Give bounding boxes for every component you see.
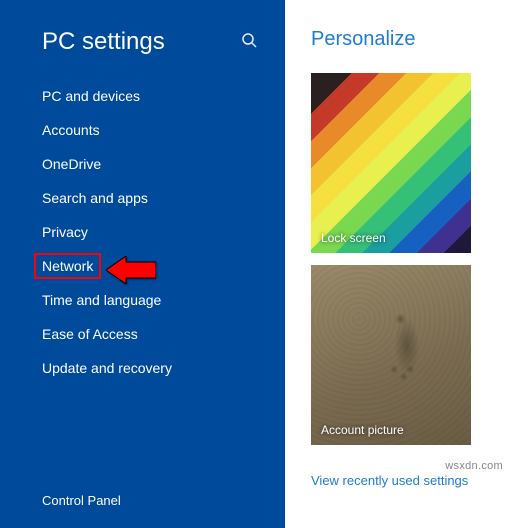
sidebar-header: PC settings — [0, 18, 285, 80]
sidebar-item-accounts[interactable]: Accounts — [42, 122, 285, 138]
sidebar-item-label: OneDrive — [42, 156, 101, 172]
tile-label: Lock screen — [321, 231, 386, 245]
sidebar-item-label: PC and devices — [42, 88, 140, 104]
sidebar-item-privacy[interactable]: Privacy — [42, 224, 285, 240]
sidebar-item-onedrive[interactable]: OneDrive — [42, 156, 285, 172]
sidebar-item-label: Privacy — [42, 224, 88, 240]
sidebar-item-label: Update and recovery — [42, 360, 172, 376]
content-area: Personalize Lock screen Account picture … — [285, 0, 507, 528]
lock-screen-tile[interactable]: Lock screen — [311, 73, 471, 253]
sidebar: PC settings PC and devices Accounts OneD… — [0, 0, 285, 528]
search-icon[interactable] — [241, 32, 257, 53]
sidebar-item-label: Accounts — [42, 122, 100, 138]
sidebar-item-network[interactable]: Network — [42, 258, 285, 274]
page-title: PC settings — [42, 28, 165, 56]
control-panel-link[interactable]: Control Panel — [42, 493, 121, 508]
sidebar-item-pc-and-devices[interactable]: PC and devices — [42, 88, 285, 104]
watermark-text: wsxdn.com — [445, 460, 503, 472]
view-recently-used-settings-link[interactable]: View recently used settings — [311, 473, 487, 488]
sidebar-item-label: Search and apps — [42, 190, 148, 206]
sidebar-item-search-and-apps[interactable]: Search and apps — [42, 190, 285, 206]
tile-label: Account picture — [321, 423, 404, 437]
account-picture-tile[interactable]: Account picture — [311, 265, 471, 445]
sidebar-item-label: Time and language — [42, 292, 161, 308]
nav-list: PC and devices Accounts OneDrive Search … — [0, 88, 285, 376]
personalize-tiles: Lock screen Account picture — [311, 73, 487, 445]
sidebar-item-label: Ease of Access — [42, 326, 138, 342]
sidebar-item-update-and-recovery[interactable]: Update and recovery — [42, 360, 285, 376]
sidebar-item-time-and-language[interactable]: Time and language — [42, 292, 285, 308]
sidebar-item-ease-of-access[interactable]: Ease of Access — [42, 326, 285, 342]
content-title: Personalize — [311, 28, 487, 51]
sidebar-item-label: Network — [34, 253, 101, 279]
